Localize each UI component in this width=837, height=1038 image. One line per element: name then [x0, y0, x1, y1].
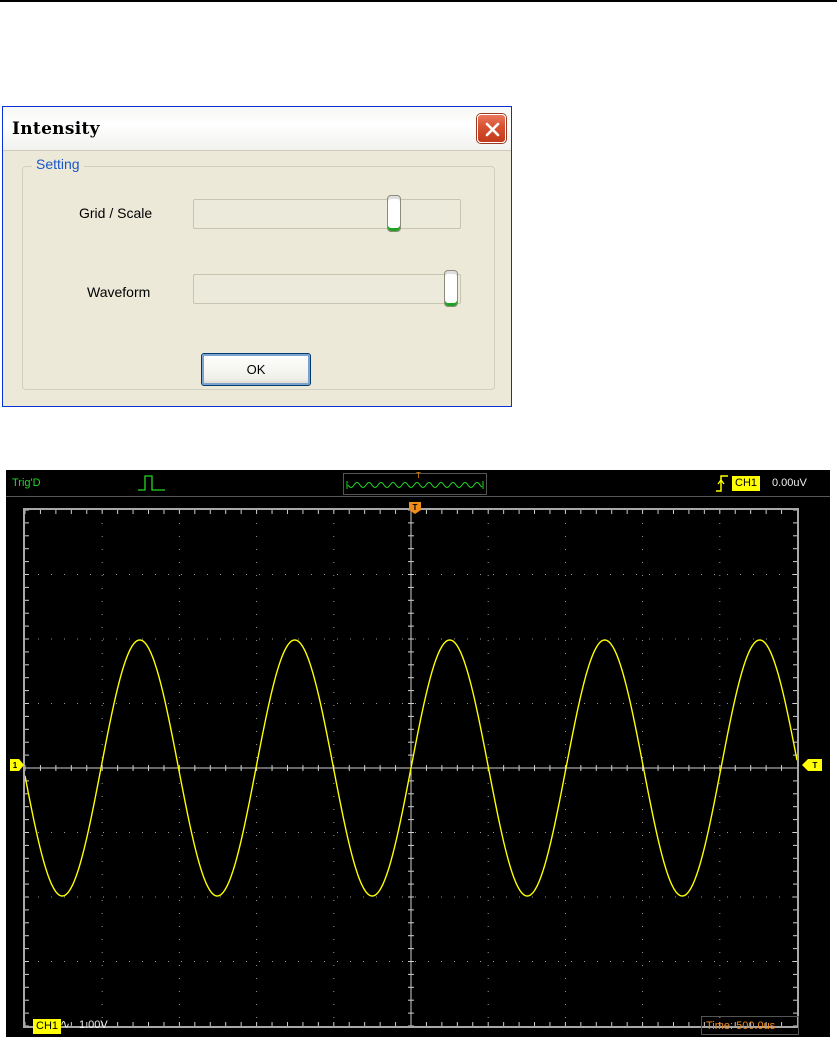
trigger-level-readout: 0.00uV — [772, 477, 807, 489]
channel1-level-marker[interactable]: 1 — [10, 759, 24, 771]
waveform-grid[interactable] — [23, 508, 799, 1028]
memory-overview[interactable] — [343, 473, 487, 495]
overview-wave-icon — [346, 481, 484, 489]
volts-per-division: 1.00V — [79, 1019, 108, 1031]
grid-scale-label: Grid / Scale — [79, 205, 153, 221]
oscilloscope-display: Trig'D T CH1 0.00uV T 1 T CH1 ∿ 1.00V Ti… — [6, 470, 830, 1037]
dialog-title: Intensity — [12, 119, 100, 139]
trigger-level-marker[interactable]: T — [802, 759, 822, 771]
trigger-source-badge: CH1 — [732, 476, 761, 491]
scope-bottom-bar: CH1 ∿ 1.00V Time: 500.0us — [6, 1014, 830, 1037]
ok-button[interactable]: OK — [201, 353, 311, 386]
setting-group-title: Setting — [32, 156, 84, 172]
close-button[interactable] — [477, 114, 506, 143]
trigger-status: Trig'D — [12, 477, 41, 489]
dialog-titlebar[interactable]: Intensity — [3, 107, 511, 151]
trigger-level-marker-label: T — [813, 761, 818, 770]
ac-coupling-icon: ∿ — [60, 1017, 71, 1031]
channel1-badge[interactable]: CH1 — [33, 1019, 62, 1034]
time-base-readout[interactable]: Time: 500.0us — [701, 1016, 799, 1035]
rising-edge-icon — [716, 475, 728, 492]
grid-scale-slider[interactable] — [193, 195, 461, 232]
waveform-slider[interactable] — [193, 270, 461, 307]
grid-scale-slider-thumb[interactable] — [387, 195, 401, 232]
page-top-rule — [0, 0, 837, 2]
channel1-level-marker-label: 1 — [13, 761, 18, 770]
trigger-position-marker[interactable]: T — [408, 501, 422, 515]
graticule — [25, 510, 797, 1026]
intensity-dialog: Intensity Setting Grid / Scale Waveform … — [2, 106, 512, 407]
waveform-label: Waveform — [87, 284, 151, 300]
close-icon — [485, 122, 500, 137]
waveform-slider-thumb[interactable] — [444, 270, 458, 307]
overview-trigger-marker: T — [416, 471, 421, 480]
scope-status-bar: Trig'D T CH1 0.00uV — [6, 470, 830, 497]
pulse-trigger-icon — [138, 475, 165, 491]
trigger-position-marker-label: T — [413, 503, 418, 512]
